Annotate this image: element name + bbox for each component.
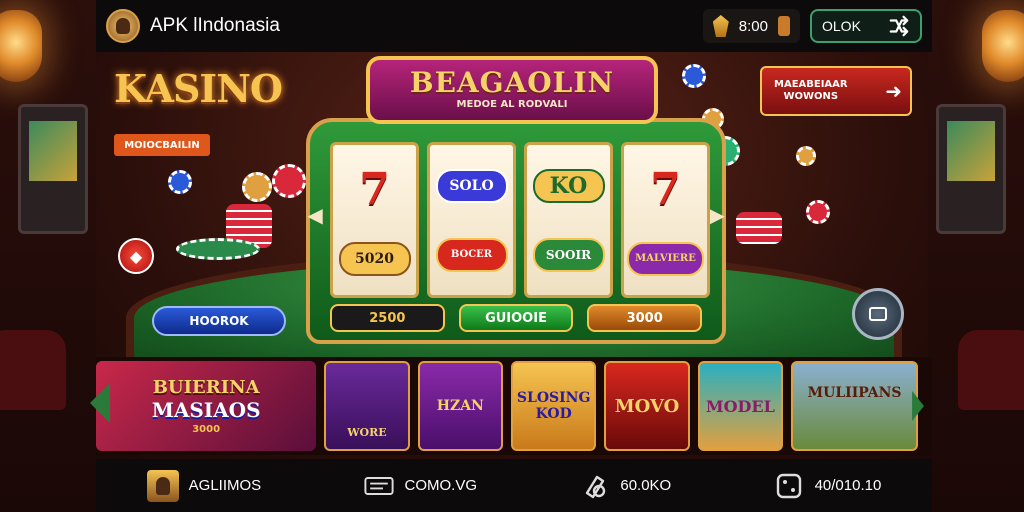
bet-buttons: 2500 GUIOOIE 3000 <box>330 304 703 332</box>
ok-button[interactable]: OLOK <box>810 9 922 43</box>
chip-icon <box>806 200 830 224</box>
coin-icon <box>578 470 610 502</box>
nav-item-games[interactable]: 40/010.10 <box>773 470 882 502</box>
reel-right-arrow-icon[interactable]: ▶ <box>709 200 724 230</box>
reel-symbol: BOCER <box>435 237 508 272</box>
chair-icon <box>958 330 1024 410</box>
ticket-icon <box>363 470 395 502</box>
featured-line-1: BUIERINA <box>152 377 260 398</box>
slot-machine: ◀ ▶ 7 5020 SOLO BOCER KO SOOIR 7 MALVIER… <box>306 118 726 344</box>
chip-icon <box>682 64 706 88</box>
reel-symbol: 7 <box>650 164 681 216</box>
game-title: BEAGAOLIN <box>409 66 615 99</box>
nav-item-coins[interactable]: 60.0KO <box>578 470 671 502</box>
nav-item-tickets[interactable]: COMO.VG <box>363 470 478 502</box>
reel-symbol: MALVIERE <box>627 241 704 276</box>
featured-line-3: 3000 <box>192 424 221 435</box>
reel-1: 7 5020 <box>330 142 419 298</box>
reel-2: SOLO BOCER <box>427 142 516 298</box>
top-bar: APK lIndonasia 8:00 OLOK <box>96 0 932 52</box>
reel-symbol: 5020 <box>338 241 411 276</box>
dice-icon <box>773 470 805 502</box>
balance-display[interactable]: 8:00 <box>702 9 800 43</box>
chip-icon <box>796 146 816 166</box>
chair-icon <box>0 330 66 410</box>
chip-icon <box>176 238 260 260</box>
reel-left-arrow-icon[interactable]: ◀ <box>307 200 322 230</box>
nav-item-label: 40/010.10 <box>814 477 882 494</box>
game-subtitle: MEDOE AL RODVALI <box>456 99 568 110</box>
coin-icon <box>712 15 729 37</box>
reel-3: KO SOOIR <box>524 142 613 298</box>
nav-item-profile[interactable]: AGLIIMOS <box>146 469 262 502</box>
kasino-logo: KASINO <box>114 66 283 111</box>
bet-button-2[interactable]: GUIOOIE <box>458 304 574 332</box>
strip-right-arrow-icon[interactable] <box>912 391 924 421</box>
featured-line-2: MASIAOS <box>151 398 261 422</box>
bet-button-1[interactable]: 2500 <box>330 304 445 332</box>
screen-icon <box>869 307 887 321</box>
game-tile[interactable]: MULIIPANS <box>791 361 919 451</box>
promo-button-label: MAEABEIAAR WOWONS <box>774 79 848 102</box>
chip-icon <box>168 170 192 194</box>
wallet-icon <box>778 16 790 36</box>
game-tile[interactable]: SLOSING KOD <box>510 361 597 451</box>
hooron-button[interactable]: HOOROK <box>152 306 286 336</box>
lamp-icon <box>982 10 1024 82</box>
reel-symbol: KO <box>532 168 605 203</box>
game-tile[interactable]: MOVO <box>604 361 690 451</box>
chip-icon <box>242 172 272 202</box>
reel-symbol: SOLO <box>435 168 508 203</box>
reel-4: 7 MALVIERE <box>621 142 710 298</box>
nav-item-label: 60.0KO <box>620 477 672 494</box>
app-title: APK lIndonasia <box>150 15 280 36</box>
chip-icon <box>272 164 306 198</box>
game-strip: BUIERINA MASIAOS 3000 WORE HZAN SLOSING … <box>90 357 932 455</box>
casino-app-screen: APK lIndonasia 8:00 OLOK KASINO MOIOCBAI… <box>0 0 1024 512</box>
right-room-decor <box>928 0 1024 512</box>
featured-game-card[interactable]: BUIERINA MASIAOS 3000 <box>96 361 317 451</box>
bet-button-3[interactable]: 3000 <box>587 304 703 332</box>
bottom-nav: AGLIIMOS COMO.VG 60.0KO 40/010.10 <box>96 459 932 512</box>
balance-amount: 8:00 <box>738 17 768 35</box>
main-game-area: KASINO MOIOCBAILIN MAEABEIAAR WOWONS ➜ ◆… <box>96 52 932 357</box>
left-action-button[interactable]: ◆ <box>118 238 154 274</box>
slot-cabinet-icon <box>18 104 88 234</box>
reels: 7 5020 SOLO BOCER KO SOOIR 7 MALVIERE <box>330 142 710 298</box>
arrow-right-icon: ➜ <box>885 79 902 103</box>
left-room-decor <box>0 0 96 512</box>
game-tile[interactable]: MODEL <box>697 361 784 451</box>
nav-item-label: AGLIIMOS <box>188 477 262 494</box>
kasino-subtitle-tag[interactable]: MOIOCBAILIN <box>114 134 210 156</box>
reel-symbol: SOOIR <box>532 237 605 272</box>
reel-symbol: 7 <box>359 164 390 216</box>
chip-stack-icon <box>736 212 782 244</box>
app-logo-icon <box>106 9 140 43</box>
game-tile[interactable]: WORE <box>324 361 410 451</box>
shuffle-icon <box>889 15 909 37</box>
promo-arrow-button[interactable]: MAEABEIAAR WOWONS ➜ <box>760 66 912 116</box>
lamp-icon <box>0 10 42 82</box>
game-title-banner: BEAGAOLIN MEDOE AL RODVALI <box>366 56 658 124</box>
avatar-icon <box>146 469 179 502</box>
settings-round-button[interactable] <box>852 288 904 340</box>
dice-icon: ◆ <box>129 246 143 266</box>
ok-button-label: OLOK <box>822 18 861 34</box>
slot-cabinet-icon <box>936 104 1006 234</box>
game-tile[interactable]: HZAN <box>417 361 503 451</box>
nav-item-label: COMO.VG <box>404 477 478 494</box>
